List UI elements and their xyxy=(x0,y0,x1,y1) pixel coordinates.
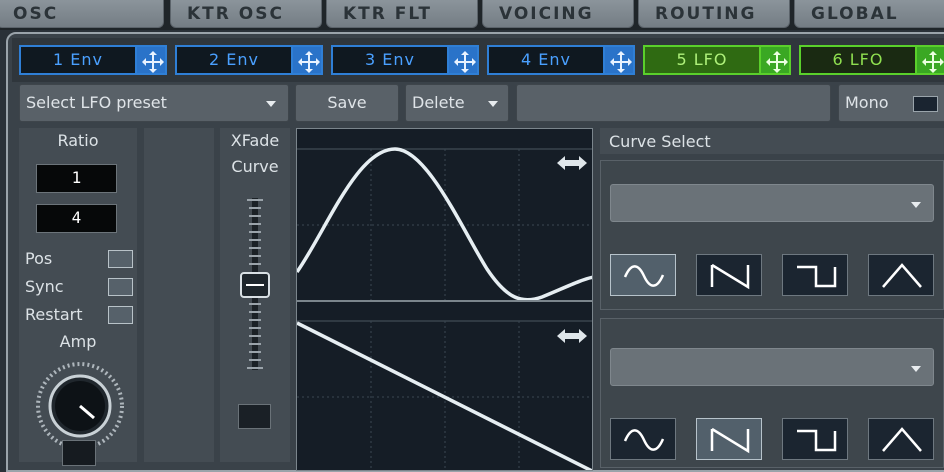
save-label: Save xyxy=(327,93,367,112)
curve-a-sine-button[interactable] xyxy=(610,254,676,296)
tab-label: OSC xyxy=(13,4,59,24)
tab-ktr-osc[interactable]: KTR OSC xyxy=(170,0,322,28)
tab-ktr-flt[interactable]: KTR FLT xyxy=(326,0,478,28)
tab-label: VOICING xyxy=(499,4,594,24)
curve-select-label: Curve Select xyxy=(609,132,711,151)
curve-a-square-button[interactable] xyxy=(782,254,848,296)
curve-b-triangle-button[interactable] xyxy=(868,418,934,460)
square-wave-icon xyxy=(797,429,837,452)
preset-name-field[interactable] xyxy=(516,84,831,122)
triangle-wave-icon xyxy=(882,427,922,452)
delete-label: Delete xyxy=(412,93,465,112)
tab-voicing[interactable]: VOICING xyxy=(482,0,634,28)
mod-source-label: 1 Env xyxy=(53,50,103,69)
curve-a-graph[interactable] xyxy=(296,128,593,301)
restart-label: Restart xyxy=(25,305,83,324)
lfo-preset-select[interactable]: Select LFO preset xyxy=(19,84,289,122)
ratio-denominator[interactable]: 4 xyxy=(36,204,117,233)
sync-checkbox[interactable] xyxy=(108,278,133,296)
mono-label: Mono xyxy=(845,93,889,112)
move-icon[interactable] xyxy=(447,45,479,75)
mod-source-4-env[interactable]: 4 Env xyxy=(487,45,605,75)
mono-toggle[interactable]: Mono xyxy=(838,84,944,122)
chevron-down-icon xyxy=(911,366,921,372)
tab-label: KTR OSC xyxy=(187,4,284,24)
blank-column xyxy=(144,128,214,462)
chevron-down-icon xyxy=(488,101,498,107)
curve-a-dropdown[interactable] xyxy=(610,184,934,222)
mono-checkbox[interactable] xyxy=(913,96,938,112)
move-icon[interactable] xyxy=(759,45,791,75)
sine-wave-icon xyxy=(623,429,665,451)
move-icon[interactable] xyxy=(915,45,944,75)
mod-source-3-env[interactable]: 3 Env xyxy=(331,45,449,75)
amp-label: Amp xyxy=(59,332,97,351)
curve-b-sine-button[interactable] xyxy=(610,418,676,460)
mod-source-2-env[interactable]: 2 Env xyxy=(175,45,293,75)
ratio-label: Ratio xyxy=(57,131,99,150)
curve-a-ramp-button[interactable] xyxy=(696,254,762,296)
curve-b-dropdown[interactable] xyxy=(610,348,934,386)
curve-b-ramp-button[interactable] xyxy=(696,418,762,460)
chevron-down-icon xyxy=(911,202,921,208)
square-wave-icon xyxy=(797,265,837,288)
mod-source-label: 6 LFO xyxy=(832,50,884,69)
pos-label: Pos xyxy=(25,249,53,268)
mod-source-label: 3 Env xyxy=(365,50,415,69)
xfade-label-2: Curve xyxy=(231,157,279,176)
save-button[interactable]: Save xyxy=(295,84,399,122)
amp-mod-slot[interactable] xyxy=(62,440,96,466)
xfade-curve-slider[interactable] xyxy=(238,196,272,372)
move-icon[interactable] xyxy=(291,45,323,75)
pos-checkbox[interactable] xyxy=(108,250,133,268)
triangle-wave-icon xyxy=(882,263,922,288)
preset-label: Select LFO preset xyxy=(26,93,167,112)
amp-knob[interactable] xyxy=(34,360,126,452)
mod-source-6-lfo[interactable]: 6 LFO xyxy=(799,45,917,75)
mod-source-1-env[interactable]: 1 Env xyxy=(19,45,137,75)
tab-label: GLOBAL xyxy=(811,4,899,24)
ramp-down-icon xyxy=(710,427,750,454)
tab-global[interactable]: GLOBAL xyxy=(794,0,944,28)
xfade-label-1: XFade xyxy=(230,131,280,150)
horizontal-arrows-icon xyxy=(557,156,587,170)
tab-label: KTR FLT xyxy=(343,4,433,24)
mod-source-label: 2 Env xyxy=(209,50,259,69)
sync-label: Sync xyxy=(25,277,64,296)
curve-b-graph[interactable] xyxy=(296,301,593,471)
mod-source-label: 5 LFO xyxy=(676,50,728,69)
curve-b-square-button[interactable] xyxy=(782,418,848,460)
ramp-down-icon xyxy=(710,263,750,290)
chevron-down-icon xyxy=(266,101,276,107)
move-icon[interactable] xyxy=(135,45,167,75)
horizontal-arrows-icon xyxy=(557,329,587,343)
tab-bar: OSC KTR OSC KTR FLT VOICING ROUTING GLOB… xyxy=(0,0,944,30)
tab-routing[interactable]: ROUTING xyxy=(638,0,790,28)
tab-label: ROUTING xyxy=(655,4,757,24)
delete-button[interactable]: Delete xyxy=(405,84,509,122)
curve-a-triangle-button[interactable] xyxy=(868,254,934,296)
sine-wave-icon xyxy=(623,265,665,287)
mod-source-label: 4 Env xyxy=(521,50,571,69)
xfade-mod-slot[interactable] xyxy=(238,404,271,429)
move-icon[interactable] xyxy=(603,45,635,75)
ratio-numerator[interactable]: 1 xyxy=(36,164,117,193)
tab-osc[interactable]: OSC xyxy=(0,0,164,28)
restart-checkbox[interactable] xyxy=(108,306,133,324)
mod-source-5-lfo[interactable]: 5 LFO xyxy=(643,45,761,75)
